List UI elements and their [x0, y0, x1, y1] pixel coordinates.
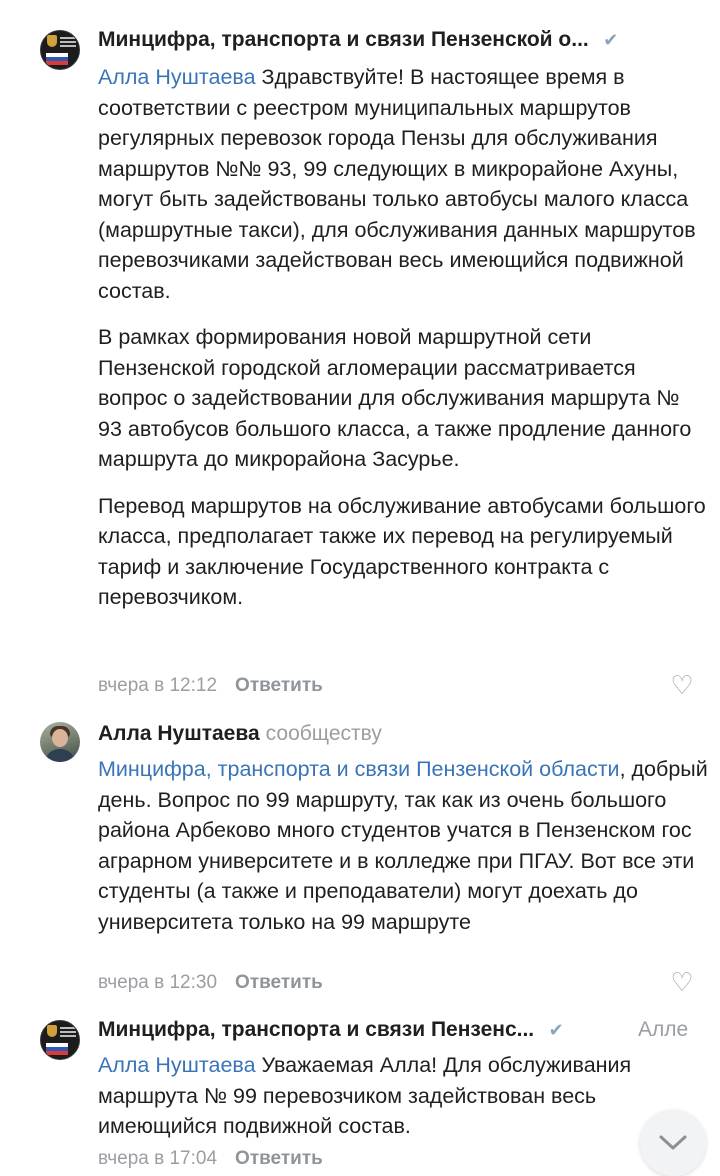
check-icon: ✔	[603, 30, 619, 50]
comment-paragraph: В рамках формирования новой маршрутной с…	[98, 325, 692, 471]
heart-outline-icon[interactable]: ♡	[668, 672, 696, 698]
comment-text: Минцифра, транспорта и связи Пензенской …	[98, 754, 708, 937]
community-avatar[interactable]	[40, 1020, 80, 1060]
reply-button[interactable]: Ответить	[235, 675, 323, 696]
user-avatar[interactable]	[40, 722, 80, 762]
heart-outline-icon[interactable]: ♡	[668, 969, 696, 995]
reply-button[interactable]: Ответить	[235, 1148, 323, 1169]
comment-text: Алла Нуштаева Уважаемая Алла! Для обслуж…	[98, 1050, 708, 1142]
crest-icon	[47, 1025, 57, 1037]
comment-meta: вчера в 12:30 Ответить	[98, 972, 323, 994]
check-icon: ✔	[548, 1020, 564, 1040]
timestamp: вчера в 12:30	[98, 972, 218, 993]
mention-link[interactable]: Минцифра, транспорта и связи Пензенской …	[98, 757, 620, 781]
crest-icon	[47, 35, 57, 47]
mention-link[interactable]: Алла Нуштаева	[98, 65, 256, 89]
comment-text-part: Здравствуйте! В настоящее время в соотве…	[98, 65, 696, 303]
timestamp: вчера в 17:04	[98, 1148, 218, 1169]
author-name[interactable]: Минцифра, транспорта и связи Пензенс...	[98, 1018, 534, 1041]
comment-meta: вчера в 17:04 Ответить	[98, 1148, 323, 1170]
reply-button[interactable]: Ответить	[235, 972, 323, 993]
timestamp: вчера в 12:12	[98, 675, 218, 696]
comment-text-part: , добрый день. Вопрос по 99 маршруту, та…	[98, 757, 708, 934]
reply-addressee[interactable]: Алле	[638, 1018, 688, 1042]
comment-paragraph: Перевод маршрутов на обслуживание автобу…	[98, 493, 706, 610]
scroll-down-button[interactable]	[640, 1110, 706, 1176]
comment-meta: вчера в 12:12 Ответить	[98, 675, 323, 697]
author-suffix: сообществу	[265, 722, 382, 745]
comment-text: Алла Нуштаева Здравствуйте! В настоящее …	[98, 62, 708, 613]
mention-link[interactable]: Алла Нуштаева	[98, 1053, 256, 1077]
author-name[interactable]: Минцифра, транспорта и связи Пензенской …	[98, 28, 589, 51]
comment-header: Алла Нуштаева сообществу	[98, 722, 382, 754]
comment-header: Минцифра, транспорта и связи Пензенской …	[98, 28, 618, 60]
comment-header: Минцифра, транспорта и связи Пензенс... …	[98, 1018, 564, 1050]
flag-icon	[46, 53, 68, 65]
flag-icon	[46, 1043, 68, 1055]
author-name[interactable]: Алла Нуштаева	[98, 722, 260, 745]
chevron-down-icon	[659, 1135, 687, 1150]
community-avatar[interactable]	[40, 30, 80, 70]
